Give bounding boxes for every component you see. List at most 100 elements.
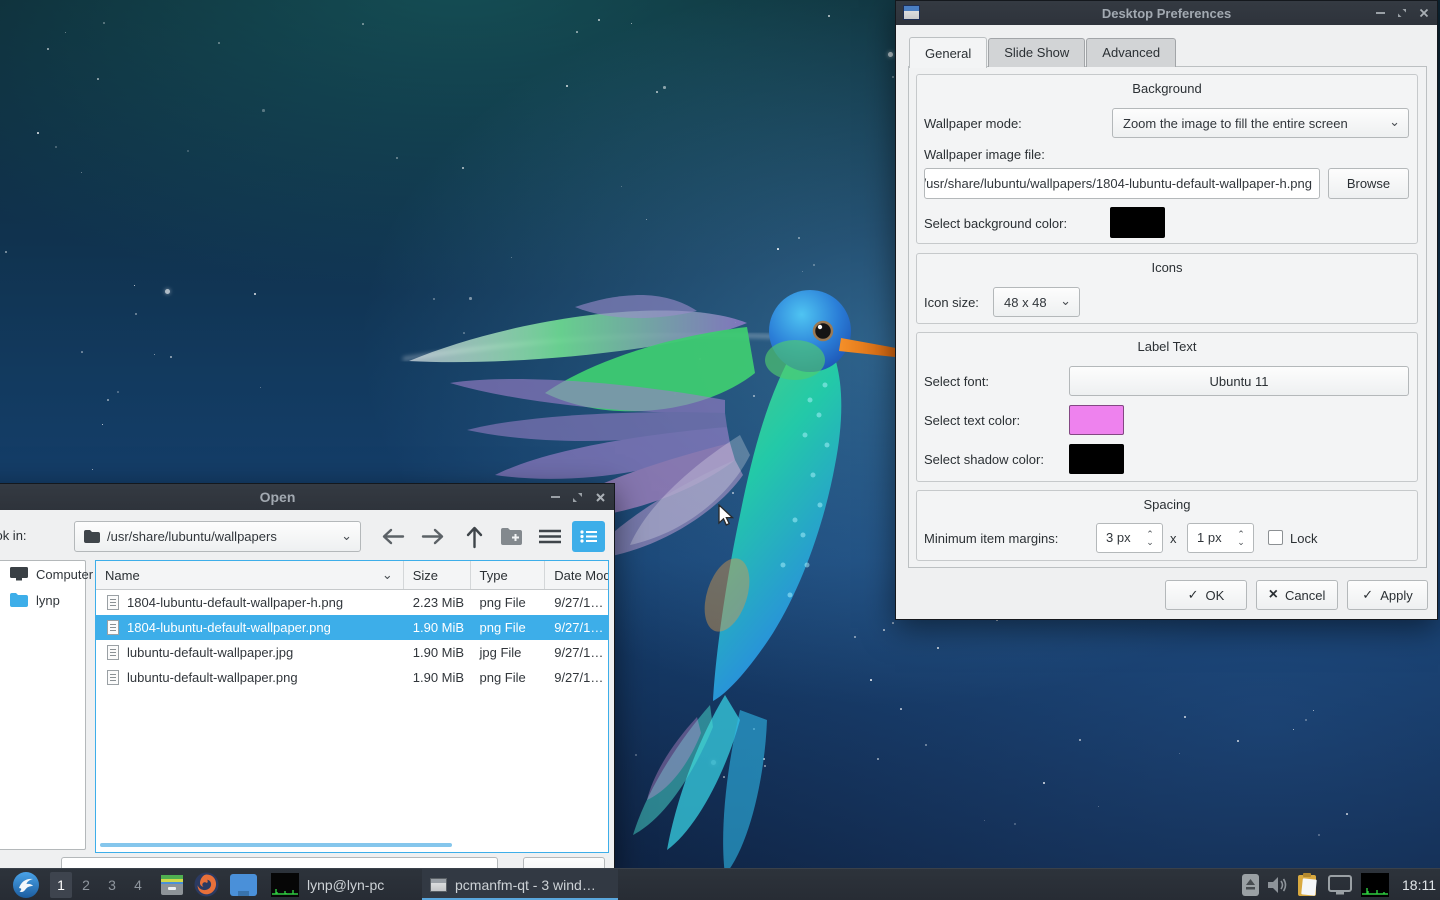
group-title: Icons [917, 260, 1417, 275]
up-arrow-icon[interactable] [466, 524, 483, 549]
icons-group: Icons [916, 253, 1418, 324]
volume-icon[interactable] [1268, 876, 1288, 894]
path-combo[interactable]: /usr/share/lubuntu/wallpapers ⌄ [74, 521, 361, 552]
screen: Open Look in: /usr/share/lubuntu/wallpap… [0, 0, 1440, 900]
workspace-3[interactable]: 3 [100, 877, 124, 893]
shadow-color-label: Select shadow color: [924, 452, 1044, 467]
group-title: Spacing [917, 497, 1417, 512]
task-qterminal[interactable]: lynp@lyn-pc [263, 869, 392, 900]
file-list: Name ⌄ Size Type Date Modified 1804-lubu… [95, 560, 609, 853]
column-header-size[interactable]: Size [404, 561, 471, 589]
place-label: lynp [36, 593, 60, 608]
apply-button[interactable]: ✓ Apply [1347, 580, 1428, 610]
place-label: Computer [36, 567, 93, 582]
file-row[interactable]: lubuntu-default-wallpaper.jpg 1.90 MiB j… [96, 640, 608, 665]
window-icon [430, 878, 447, 892]
clock: 18:11 [1402, 877, 1436, 893]
prefs-titlebar[interactable]: Desktop Preferences [896, 1, 1437, 25]
close-icon[interactable] [595, 492, 606, 503]
network-monitor-icon[interactable] [1361, 873, 1389, 897]
path-value: /usr/share/lubuntu/wallpapers [107, 529, 277, 544]
new-folder-icon[interactable] [501, 527, 522, 545]
place-computer[interactable]: Computer [0, 561, 85, 587]
archive-drawer-icon[interactable] [160, 874, 184, 896]
cancel-button[interactable]: × Cancel [1256, 580, 1338, 610]
group-title: Label Text [917, 339, 1417, 354]
text-color-swatch[interactable] [1069, 405, 1124, 435]
font-button[interactable]: Ubuntu 11 [1069, 366, 1409, 396]
background-color-swatch[interactable] [1110, 207, 1165, 238]
checkmark-icon: ✓ [1362, 587, 1373, 603]
minimize-icon[interactable] [1376, 12, 1385, 14]
column-header-type[interactable]: Type [471, 561, 546, 589]
background-color-label: Select background color: [924, 216, 1067, 231]
workspace-1[interactable]: 1 [50, 872, 72, 898]
chevron-down-icon: ⌄ [1060, 293, 1071, 309]
workspace-2[interactable]: 2 [74, 877, 98, 893]
clipboard-icon[interactable] [1297, 873, 1319, 897]
margin-y-spinbox[interactable]: 1 px ⌃⌄ [1187, 523, 1254, 553]
place-home[interactable]: lynp [0, 587, 85, 613]
lock-checkbox[interactable] [1268, 530, 1283, 545]
workspace-switcher: 1 2 3 4 [50, 872, 150, 898]
wallpaper-mode-combo[interactable]: Zoom the image to fill the entire screen… [1112, 108, 1409, 138]
browse-button[interactable]: Browse [1328, 168, 1409, 199]
chevron-down-icon: ⌄ [341, 528, 352, 544]
tab-advanced[interactable]: Advanced [1086, 38, 1176, 67]
terminal-icon [271, 873, 299, 897]
open-dialog-title: Open [0, 489, 614, 505]
margins-separator: x [1170, 531, 1177, 546]
back-arrow-icon[interactable] [379, 528, 405, 545]
tab-general[interactable]: General [909, 37, 987, 68]
workspace-4[interactable]: 4 [126, 877, 150, 893]
task-pcmanfm[interactable]: pcmanfm-qt - 3 wind… [422, 869, 618, 900]
detail-list-view-icon [580, 530, 597, 543]
column-header-name[interactable]: Name ⌄ [96, 561, 404, 589]
shadow-color-swatch[interactable] [1069, 444, 1124, 474]
lock-label: Lock [1290, 531, 1317, 546]
lubuntu-logo-icon[interactable] [12, 871, 40, 899]
tab-slide-show[interactable]: Slide Show [988, 38, 1085, 67]
look-in-label: Look in: [0, 528, 27, 543]
forward-arrow-icon[interactable] [421, 528, 447, 545]
prefs-title: Desktop Preferences [896, 6, 1437, 21]
spinner-arrows-icon[interactable]: ⌃⌄ [1143, 525, 1157, 551]
file-icon [107, 595, 119, 610]
chevron-down-icon: ⌄ [1389, 114, 1400, 130]
open-file-dialog: Open Look in: /usr/share/lubuntu/wallpap… [0, 483, 615, 873]
minimize-icon[interactable] [551, 496, 560, 498]
computer-icon [10, 567, 28, 581]
checkmark-icon: ✓ [1188, 587, 1199, 603]
detail-list-view-button[interactable] [572, 521, 605, 552]
maximize-icon[interactable] [572, 492, 583, 503]
places-sidebar: Computer lynp [0, 560, 86, 850]
eject-icon[interactable] [1242, 874, 1259, 896]
icon-size-combo[interactable]: 48 x 48 ⌄ [993, 287, 1080, 317]
folder-icon [84, 530, 100, 543]
cross-icon: × [1269, 586, 1278, 604]
file-manager-icon[interactable] [230, 874, 257, 896]
mouse-cursor [718, 504, 736, 528]
margin-x-spinbox[interactable]: 3 px ⌃⌄ [1096, 523, 1163, 553]
spinner-arrows-icon[interactable]: ⌃⌄ [1234, 525, 1248, 551]
maximize-icon[interactable] [1397, 8, 1407, 18]
sort-chevron-icon: ⌄ [382, 567, 393, 583]
file-row[interactable]: lubuntu-default-wallpaper.png 1.90 MiB p… [96, 665, 608, 690]
firefox-icon[interactable] [194, 872, 219, 897]
display-icon[interactable] [1328, 875, 1352, 895]
horizontal-scrollbar[interactable] [100, 843, 452, 847]
home-folder-icon [10, 593, 28, 607]
ok-button[interactable]: ✓ OK [1165, 580, 1247, 610]
column-header-date[interactable]: Date Modified [545, 561, 608, 589]
wallpaper-file-label: Wallpaper image file: [924, 147, 1045, 162]
file-icon [107, 670, 119, 685]
file-row-selected[interactable]: 1804-lubuntu-default-wallpaper.png 1.90 … [96, 615, 608, 640]
prefs-tabbar: General Slide Show Advanced [909, 38, 1177, 67]
select-font-label: Select font: [924, 374, 989, 389]
close-icon[interactable] [1419, 8, 1429, 18]
wallpaper-file-input[interactable]: /usr/share/lubuntu/wallpapers/1804-lubun… [924, 168, 1320, 199]
hamburger-menu-icon[interactable] [538, 529, 562, 544]
system-tray: 18:11 [1242, 869, 1436, 900]
open-dialog-titlebar[interactable]: Open [0, 484, 614, 510]
file-row[interactable]: 1804-lubuntu-default-wallpaper-h.png 2.2… [96, 590, 608, 615]
